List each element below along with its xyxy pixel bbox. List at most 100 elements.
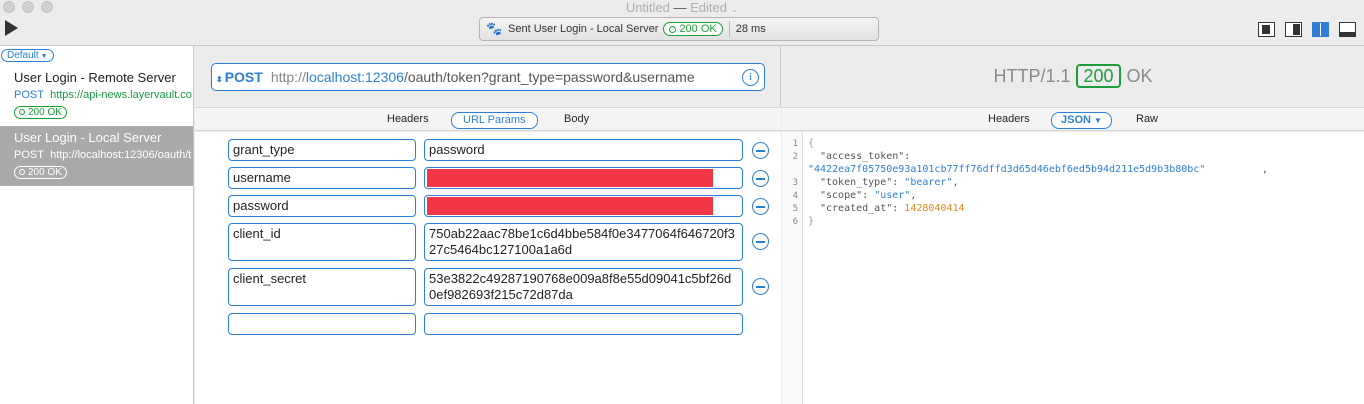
status-badge: 200 OK bbox=[663, 22, 723, 36]
status-dot-icon bbox=[669, 25, 677, 33]
json-number-value: 1428040414 bbox=[904, 203, 965, 214]
json-line: "access_token": bbox=[820, 151, 911, 162]
status-indicator: 🐾 Sent User Login - Local Server 200 OK … bbox=[479, 17, 879, 41]
request-method: POST bbox=[14, 149, 44, 161]
remove-param-button[interactable] bbox=[752, 278, 769, 295]
json-close-brace: } bbox=[808, 216, 815, 227]
line-number: 2 bbox=[792, 152, 798, 162]
method-label: POST bbox=[224, 69, 263, 85]
url-path: /oauth/token?grant_type=password&usernam… bbox=[403, 69, 695, 85]
response-pane: HTTP/1.1 200 OK Headers JSON ▼ Raw 1 2 3… bbox=[782, 46, 1364, 404]
request-pane: ⬍ POST http://localhost:12306/oauth/token… bbox=[195, 46, 781, 404]
json-string-value: "user" bbox=[874, 190, 911, 201]
request-url: http://localhost:12306/oauth/token bbox=[50, 149, 192, 161]
json-key: "token_type" bbox=[820, 177, 893, 188]
param-key-input[interactable]: client_id bbox=[228, 223, 416, 261]
request-method: POST bbox=[14, 89, 44, 101]
request-sidebar: Default ▼ User Login - Remote Server POS… bbox=[0, 46, 194, 404]
status-badge-text: 200 OK bbox=[679, 23, 717, 35]
tab-body[interactable]: Body bbox=[564, 112, 589, 127]
remove-param-button[interactable] bbox=[752, 170, 769, 187]
sidebar-item-local-server[interactable]: User Login - Local Server POST http://lo… bbox=[0, 126, 193, 186]
caret-down-icon: ▼ bbox=[1094, 116, 1102, 125]
tab-raw[interactable]: Raw bbox=[1136, 112, 1158, 127]
param-value-input[interactable]: 53e3822c49287190768e009a8f8e55d09041c5bf… bbox=[424, 268, 743, 306]
request-meta: POST https://api-news.layervault.com/oau… bbox=[14, 87, 192, 104]
chevron-down-icon: ⌄ bbox=[730, 4, 739, 14]
json-viewer[interactable]: 1 2 3 4 5 6 { "access_token": "4422ea7f0… bbox=[782, 132, 1364, 404]
remove-param-button[interactable] bbox=[752, 198, 769, 215]
param-value-input[interactable] bbox=[424, 167, 743, 189]
param-key-input[interactable]: password bbox=[228, 195, 416, 217]
layout-left-pane-icon[interactable] bbox=[1258, 22, 1275, 37]
url-params-editor: grant_type password username password cl… bbox=[195, 132, 781, 404]
tab-json[interactable]: JSON ▼ bbox=[1051, 112, 1112, 129]
status-dot-icon bbox=[19, 109, 25, 115]
response-status-line: HTTP/1.1 200 OK bbox=[782, 64, 1364, 88]
layout-toggle-group bbox=[1258, 22, 1356, 37]
url-scheme: http:// bbox=[270, 69, 306, 85]
paw-icon: 🐾 bbox=[486, 21, 503, 36]
param-key-input[interactable]: client_secret bbox=[228, 268, 416, 306]
param-value-input[interactable]: 750ab22aac78be1c6d4bbe584f0e3477064f6467… bbox=[424, 223, 743, 261]
up-down-arrows-icon: ⬍ bbox=[216, 75, 223, 84]
sent-label: Sent bbox=[508, 23, 531, 35]
line-number: 3 bbox=[792, 178, 798, 188]
json-open-brace: { bbox=[808, 138, 815, 149]
layout-bottom-pane-icon[interactable] bbox=[1339, 22, 1356, 37]
status-badge-text: 200 OK bbox=[28, 166, 62, 178]
response-time: 28 ms bbox=[735, 23, 766, 35]
line-number: 1 bbox=[792, 139, 798, 149]
status-badge-text: 200 OK bbox=[28, 106, 62, 118]
remove-param-button[interactable] bbox=[752, 142, 769, 159]
title-bar: Untitled — Edited ⌄ 🐾 Sent User Login - … bbox=[0, 0, 1364, 46]
send-request-button[interactable] bbox=[5, 20, 18, 36]
param-key-input[interactable]: grant_type bbox=[228, 139, 416, 161]
tab-headers[interactable]: Headers bbox=[387, 112, 429, 127]
request-name: User Login - Remote Server bbox=[14, 70, 176, 85]
param-value-input[interactable] bbox=[424, 195, 743, 217]
layout-right-pane-icon[interactable] bbox=[1285, 22, 1302, 37]
param-key-input[interactable]: username bbox=[228, 167, 416, 189]
tab-response-headers[interactable]: Headers bbox=[988, 112, 1030, 127]
status-dot-icon bbox=[19, 169, 25, 175]
redaction-bar bbox=[427, 169, 713, 187]
edited-status[interactable]: Edited bbox=[690, 0, 727, 15]
new-param-key-input[interactable] bbox=[228, 313, 416, 335]
line-number: 5 bbox=[792, 204, 798, 214]
line-number: 4 bbox=[792, 191, 798, 201]
json-key: "scope" bbox=[820, 190, 863, 201]
divider bbox=[728, 21, 730, 37]
method-selector[interactable]: ⬍ POST bbox=[216, 69, 263, 85]
url-input[interactable]: http://localhost:12306/oauth/token?grant… bbox=[271, 69, 735, 85]
json-line: "created_at": 1428040414 bbox=[820, 203, 965, 214]
filter-label: Default bbox=[7, 50, 39, 61]
request-meta: POST http://localhost:12306/oauth/token bbox=[14, 147, 192, 164]
url-host: localhost:12306 bbox=[305, 69, 404, 85]
status-reason: OK bbox=[1126, 65, 1153, 86]
url-bar[interactable]: ⬍ POST http://localhost:12306/oauth/token… bbox=[211, 63, 765, 91]
sidebar-item-remote-server[interactable]: User Login - Remote Server POST https://… bbox=[0, 66, 193, 126]
redaction-bar bbox=[427, 197, 713, 215]
json-string-value: "4422ea7f05750e93a101cb77ff76dffd3d65d46… bbox=[808, 164, 1206, 175]
status-badge: 200 OK bbox=[14, 105, 67, 119]
info-icon[interactable]: i bbox=[742, 69, 759, 86]
json-line: "token_type": "bearer", bbox=[820, 177, 959, 188]
caret-down-icon: ▼ bbox=[38, 53, 48, 60]
json-comma: , bbox=[1262, 164, 1269, 175]
tab-json-label: JSON bbox=[1061, 114, 1091, 126]
line-number-gutter: 1 2 3 4 5 6 bbox=[782, 132, 803, 404]
request-tabs: Headers URL Params Body bbox=[195, 107, 781, 131]
remove-param-button[interactable] bbox=[752, 233, 769, 250]
status-code-badge: 200 bbox=[1076, 64, 1121, 88]
filter-dropdown[interactable]: Default ▼ bbox=[1, 49, 54, 62]
line-number: 6 bbox=[792, 217, 798, 227]
new-param-value-input[interactable] bbox=[424, 313, 743, 335]
json-key: "created_at" bbox=[820, 203, 893, 214]
json-key: "access_token" bbox=[820, 151, 905, 162]
title-separator: — bbox=[673, 0, 687, 15]
sent-request-name: User Login - Local Server bbox=[533, 23, 659, 35]
param-value-input[interactable]: password bbox=[424, 139, 743, 161]
layout-split-icon[interactable] bbox=[1312, 22, 1329, 37]
tab-url-params[interactable]: URL Params bbox=[451, 112, 538, 129]
